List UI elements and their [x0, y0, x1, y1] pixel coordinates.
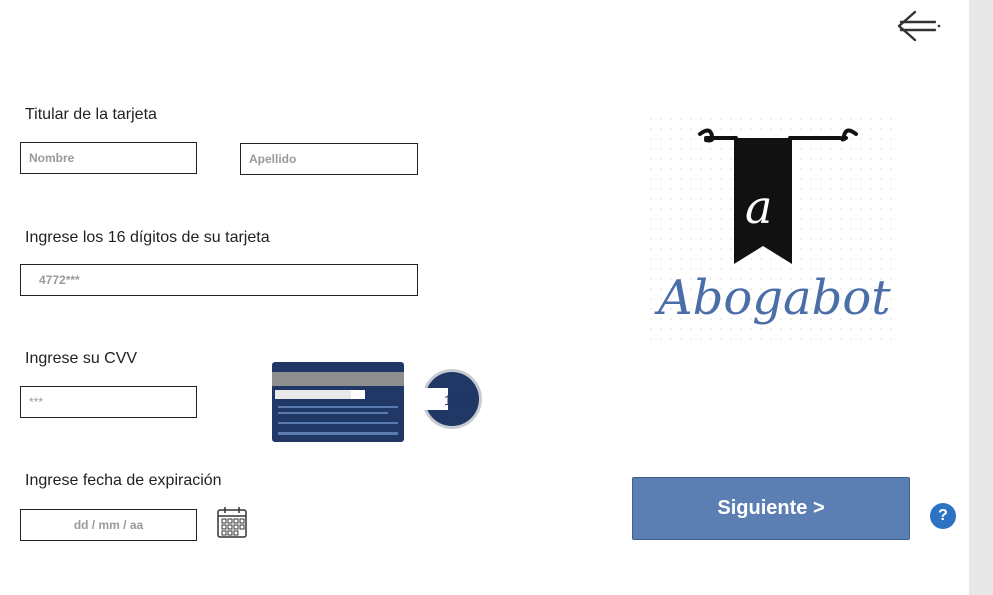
logo-text: Abogabot — [654, 270, 891, 326]
calendar-icon — [217, 507, 247, 538]
digits-label: Ingrese los 16 dígitos de su tarjeta — [25, 229, 270, 246]
back-button[interactable] — [893, 6, 943, 46]
cvv-example-digits: 123 — [444, 392, 468, 408]
cvv-input[interactable]: *** — [20, 386, 197, 418]
expiry-input[interactable]: dd / mm / aa — [20, 509, 197, 541]
expiry-label: Ingrese fecha de expiración — [25, 472, 222, 489]
card-back-image: 123 — [272, 362, 484, 444]
card-number-input[interactable]: 4772*** — [20, 264, 418, 296]
question-icon: ? — [938, 507, 948, 524]
scrollbar[interactable] — [969, 0, 993, 595]
last-name-input[interactable]: Apellido — [240, 143, 418, 175]
logo-letter: a — [745, 180, 772, 234]
back-arrow-icon — [897, 10, 941, 42]
first-name-input[interactable]: Nombre — [20, 142, 197, 174]
cvv-label: Ingrese su CVV — [25, 350, 138, 367]
next-button[interactable]: Siguiente > — [632, 477, 910, 540]
abogabot-logo: a Abogabot — [650, 118, 900, 340]
holder-label: Titular de la tarjeta — [25, 106, 157, 123]
calendar-button[interactable] — [216, 505, 250, 539]
help-button[interactable]: ? — [930, 503, 956, 529]
